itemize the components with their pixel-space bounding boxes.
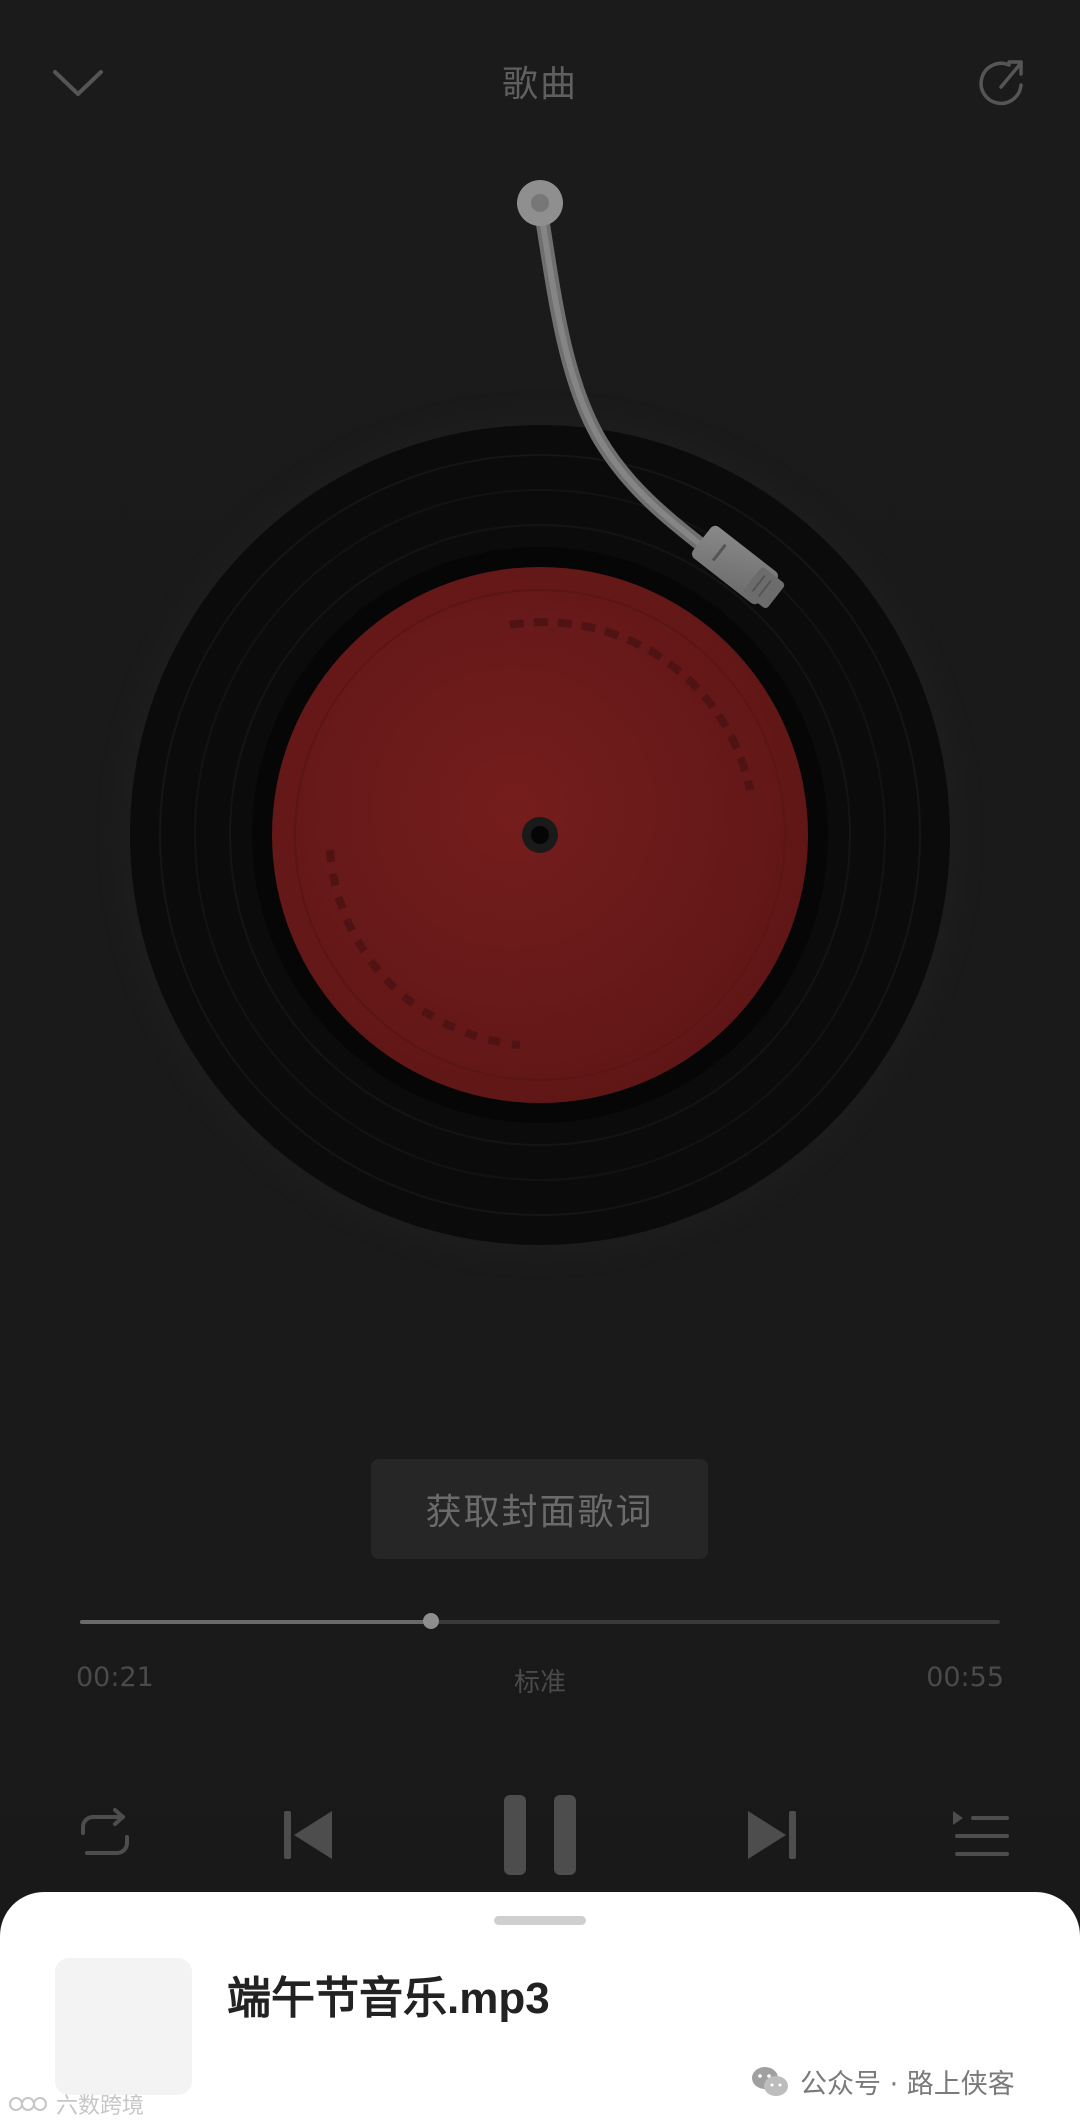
watermark-logo-icon	[9, 2097, 47, 2111]
get-cover-lyrics-button[interactable]: 获取封面歌词	[371, 1459, 708, 1559]
quality-label[interactable]: 标准	[0, 1662, 1080, 1699]
file-thumbnail	[55, 1958, 192, 2095]
previous-icon[interactable]	[278, 1800, 338, 1870]
total-time: 00:55	[926, 1662, 1004, 1693]
wechat-icon	[752, 2066, 788, 2096]
watermark-left: 六数跨境	[8, 2088, 144, 2120]
share-icon[interactable]	[970, 50, 1036, 116]
progress-thumb[interactable]	[423, 1613, 440, 1629]
watermark-left-text: 六数跨境	[56, 2094, 145, 2119]
progress-slider[interactable]	[80, 1613, 1000, 1629]
progress-fill	[80, 1620, 432, 1624]
turntable	[95, 180, 985, 1280]
next-icon[interactable]	[742, 1800, 802, 1870]
pause-icon[interactable]	[500, 1792, 580, 1878]
bottom-sheet: 端午节音乐.mp3 公众号 · 路上侠客	[0, 1892, 1080, 2122]
file-name: 端午节音乐.mp3	[227, 1974, 550, 2023]
player-screen: 歌曲 获取封面歌词 00:21 标准 00:55 端午节音乐.mp3 公众号 ·…	[0, 0, 1080, 2122]
playlist-icon[interactable]	[945, 1800, 1015, 1870]
repeat-icon[interactable]	[70, 1800, 140, 1870]
watermark-right: 公众号 · 路上侠客	[750, 2062, 1015, 2101]
vinyl-record	[95, 390, 985, 1280]
sheet-handle[interactable]	[494, 1916, 586, 1925]
watermark-right-text: 公众号 · 路上侠客	[800, 2069, 1015, 2100]
page-title: 歌曲	[501, 64, 578, 105]
